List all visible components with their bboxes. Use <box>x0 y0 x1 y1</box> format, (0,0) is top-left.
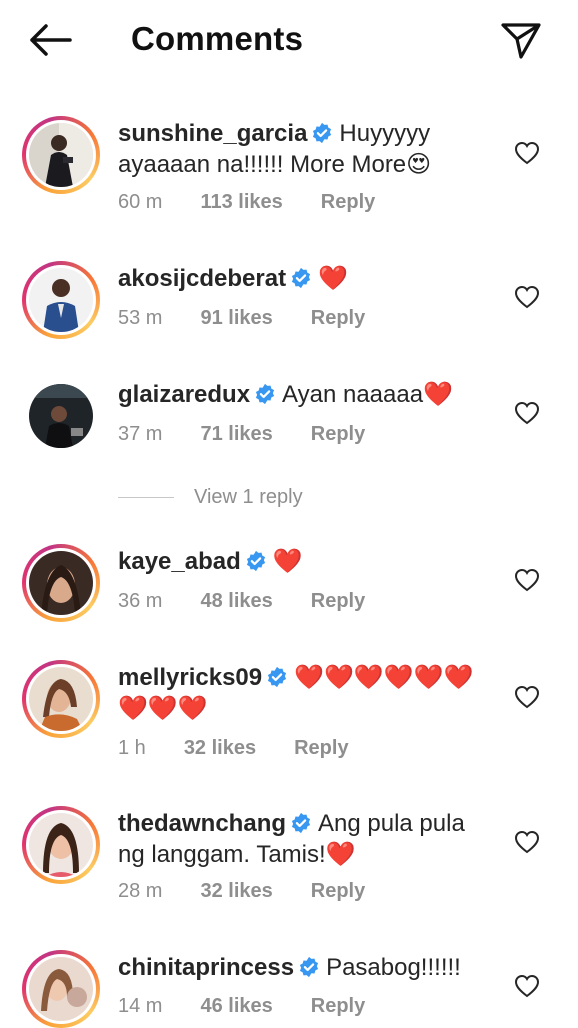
comment-body: Pasabog!!!!!! <box>326 954 461 981</box>
heart-outline-icon[interactable] <box>514 285 540 309</box>
verified-badge-icon <box>313 122 332 144</box>
avatar[interactable] <box>22 950 100 1028</box>
avatar[interactable] <box>22 544 100 622</box>
heart-outline-icon[interactable] <box>514 401 540 425</box>
comment-body: ❤️ <box>272 548 303 575</box>
like-count[interactable]: 46 likes <box>200 995 272 1018</box>
divider-line <box>118 496 174 498</box>
reply-button[interactable]: Reply <box>321 191 375 214</box>
avatar[interactable] <box>22 377 100 455</box>
verified-badge-icon <box>291 812 311 834</box>
heart-outline-icon[interactable] <box>514 568 540 592</box>
back-arrow-icon <box>30 24 72 56</box>
comment-time: 28 m <box>118 880 163 902</box>
comment-body: Ayan naaaaa❤️ <box>282 381 453 408</box>
reply-button[interactable]: Reply <box>311 880 365 903</box>
verified-badge-icon <box>246 550 265 572</box>
like-count[interactable]: 113 likes <box>200 191 282 214</box>
verified-badge-icon <box>292 267 311 289</box>
reply-button[interactable]: Reply <box>311 423 365 446</box>
view-replies-button[interactable]: View 1 reply <box>118 484 303 510</box>
verified-badge-icon <box>268 666 287 688</box>
heart-outline-icon[interactable] <box>514 141 540 165</box>
username[interactable]: mellyricks09 <box>118 664 262 691</box>
avatar[interactable] <box>22 116 100 194</box>
back-button[interactable] <box>26 20 74 60</box>
send-icon <box>501 23 541 59</box>
reply-button[interactable]: Reply <box>311 995 365 1018</box>
username[interactable]: kaye_abad <box>118 548 241 575</box>
like-count[interactable]: 48 likes <box>200 590 272 613</box>
avatar[interactable] <box>22 660 100 738</box>
reply-button[interactable]: Reply <box>311 590 365 613</box>
username[interactable]: thedawnchang <box>118 810 286 837</box>
comment-time: 36 m <box>118 590 163 612</box>
like-count[interactable]: 91 likes <box>200 307 272 330</box>
username[interactable]: glaizaredux <box>118 381 250 408</box>
view-replies-label: View 1 reply <box>194 485 303 508</box>
comment-time: 1 h <box>118 737 146 759</box>
header: Comments <box>0 0 578 84</box>
reply-button[interactable]: Reply <box>311 307 365 330</box>
reply-button[interactable]: Reply <box>294 737 348 760</box>
like-count[interactable]: 32 likes <box>200 880 272 903</box>
username[interactable]: sunshine_garcia <box>118 120 307 147</box>
comment-time: 14 m <box>118 995 163 1017</box>
heart-outline-icon[interactable] <box>514 830 540 854</box>
verified-badge-icon <box>255 383 275 405</box>
comment-time: 37 m <box>118 423 163 445</box>
avatar[interactable] <box>22 261 100 339</box>
verified-badge-icon <box>299 956 319 978</box>
like-count[interactable]: 32 likes <box>184 737 256 760</box>
avatar[interactable] <box>22 806 100 884</box>
comment-time: 60 m <box>118 191 163 213</box>
username[interactable]: akosijcdeberat <box>118 265 286 292</box>
comment-body: ❤️ <box>318 265 348 292</box>
comment-time: 53 m <box>118 307 163 329</box>
username[interactable]: chinitaprincess <box>118 954 294 981</box>
share-button[interactable] <box>498 20 544 62</box>
page-title: Comments <box>131 20 304 57</box>
like-count[interactable]: 71 likes <box>200 423 272 446</box>
heart-outline-icon[interactable] <box>514 974 540 998</box>
heart-outline-icon[interactable] <box>514 685 540 709</box>
